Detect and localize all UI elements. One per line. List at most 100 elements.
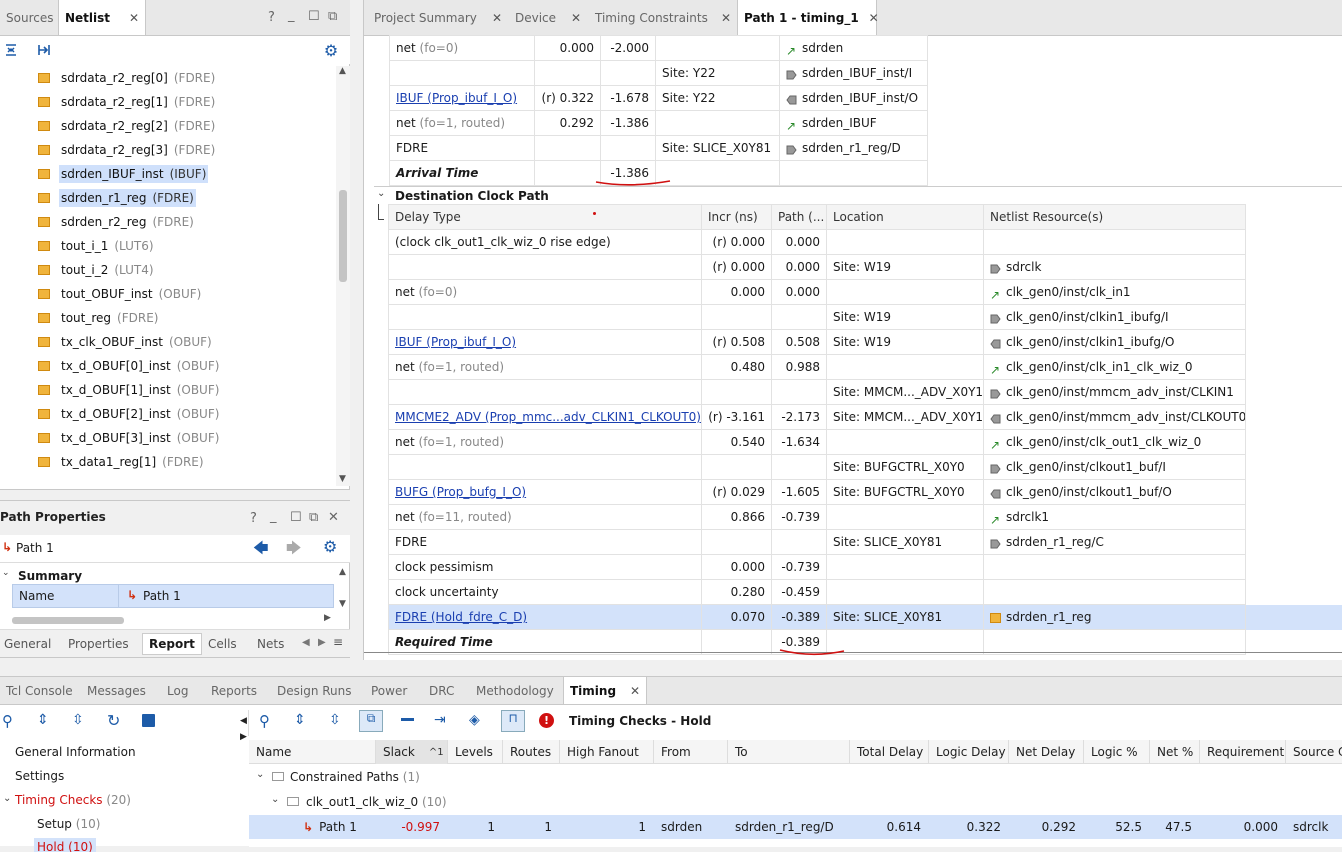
netlist-resource[interactable]: sdrclk1 — [1006, 510, 1049, 524]
tab-properties[interactable]: Properties — [68, 637, 129, 651]
chevron-left-icon[interactable]: ◀ — [240, 716, 247, 726]
netlist-item[interactable]: tx_d_OBUF[1]_inst(OBUF) — [0, 378, 219, 402]
collapse-all-icon[interactable] — [0, 39, 22, 61]
search-icon[interactable]: ⚲ — [259, 712, 270, 730]
netlist-item[interactable]: sdrdata_r2_reg[3](FDRE) — [0, 138, 215, 162]
column-header[interactable]: Path (... — [772, 205, 827, 230]
netlist-item[interactable]: tx_d_OBUF[0]_inst(OBUF) — [0, 354, 219, 378]
chevron-down-icon[interactable]: ⌄ — [256, 769, 264, 780]
close-icon[interactable]: ✕ — [721, 11, 731, 25]
horizontal-scrollbar[interactable]: ▶ — [0, 613, 336, 627]
table-row[interactable]: FDRE (Hold_fdre_C_D)0.070-0.389Site: SLI… — [389, 605, 1342, 630]
netlist-item[interactable]: sdrden_r2_reg(FDRE) — [0, 210, 194, 234]
table-row[interactable]: IBUF (Prop_ibuf_I_O)(r) 0.322-1.678Site:… — [390, 86, 928, 111]
table-row[interactable]: net (fo=1, routed)0.540-1.634↗clk_gen0/i… — [389, 430, 1342, 455]
netlist-item[interactable]: tout_OBUF_inst(OBUF) — [0, 282, 201, 306]
netlist-resource[interactable]: clk_gen0/inst/clk_in1_clk_wiz_0 — [1006, 360, 1193, 374]
netlist-item[interactable]: tout_reg(FDRE) — [0, 306, 158, 330]
column-header[interactable]: From — [654, 740, 728, 764]
group-constrained-paths[interactable]: Constrained Paths (1) — [290, 770, 420, 784]
tab-log[interactable]: Log — [161, 677, 194, 704]
netlist-resource[interactable]: sdrden_IBUF — [802, 116, 877, 130]
close-icon[interactable]: ✕ — [630, 684, 640, 698]
table-row[interactable]: net (fo=1, routed)0.292-1.386↗sdrden_IBU… — [390, 111, 928, 136]
table-row[interactable]: Site: W19clk_gen0/inst/clkin1_ibufg/I — [389, 305, 1342, 330]
collapse-all-icon[interactable]: ⇕ — [37, 712, 49, 728]
tab-path-1[interactable]: Path 1 - timing_1✕ — [737, 0, 877, 35]
delay-type-link[interactable]: BUFG (Prop_bufg_I_O) — [395, 485, 526, 499]
netlist-item[interactable]: sdrdata_r2_reg[2](FDRE) — [0, 114, 215, 138]
tab-timing-constraints[interactable]: Timing Constraints✕ — [589, 0, 737, 35]
gear-icon[interactable]: ⚙ — [320, 39, 342, 61]
table-row[interactable]: net (fo=0)0.000-2.000↗sdrden — [390, 36, 928, 61]
tab-reports[interactable]: Reports — [205, 677, 263, 704]
netlist-item[interactable]: tout_i_1(LUT6) — [0, 234, 154, 258]
column-header[interactable]: Delay Type — [389, 205, 702, 230]
netlist-item[interactable]: sdrden_r1_reg(FDRE) — [0, 186, 196, 210]
table-row[interactable]: FDRESite: SLICE_X0Y81sdrden_r1_reg/C — [389, 530, 1342, 555]
netlist-item[interactable]: tx_data1_reg[1](FDRE) — [0, 450, 204, 474]
close-icon[interactable]: ✕ — [571, 11, 581, 25]
netlist-resource[interactable]: sdrden — [802, 41, 843, 55]
expand-all-icon[interactable]: ⇳ — [329, 712, 341, 728]
netlist-resource[interactable]: clk_gen0/inst/clkin1_ibufg/I — [1006, 310, 1169, 324]
chevron-left-icon[interactable]: ◀ — [302, 637, 310, 648]
tab-methodology[interactable]: Methodology — [470, 677, 560, 704]
netlist-resource[interactable]: clk_gen0/inst/clkout1_buf/I — [1006, 460, 1166, 474]
maximize-icon[interactable]: ☐ — [290, 510, 302, 525]
table-row[interactable]: Site: Y22sdrden_IBUF_inst/I — [390, 61, 928, 86]
column-header[interactable]: Logic Delay — [929, 740, 1009, 764]
netlist-item[interactable]: sdrdata_r2_reg[1](FDRE) — [0, 90, 215, 114]
tree-settings[interactable]: Settings — [15, 769, 64, 783]
help-icon[interactable]: ? — [250, 511, 257, 526]
netlist-resource[interactable]: clk_gen0/inst/clkin1_ibufg/O — [1006, 335, 1174, 349]
column-header[interactable]: Net % — [1150, 740, 1200, 764]
minus-icon[interactable] — [401, 718, 414, 721]
column-header[interactable]: Slack^1 — [376, 740, 448, 764]
collapse-all-icon[interactable]: ⇕ — [294, 712, 306, 728]
close-icon[interactable]: ✕ — [129, 11, 139, 25]
column-header[interactable]: Levels — [448, 740, 503, 764]
chevron-down-icon[interactable]: ⌄ — [377, 188, 385, 199]
netlist-resource[interactable]: sdrden_r1_reg — [1006, 610, 1091, 624]
close-icon[interactable]: ✕ — [492, 11, 502, 25]
column-header[interactable]: Incr (ns) — [702, 205, 772, 230]
netlist-resource[interactable]: clk_gen0/inst/clk_out1_clk_wiz_0 — [1006, 435, 1201, 449]
mark-icon[interactable]: ◈ — [469, 712, 480, 728]
netlist-item[interactable]: tx_d_OBUF[2]_inst(OBUF) — [0, 402, 219, 426]
help-icon[interactable]: ? — [268, 10, 275, 25]
expand-all-icon[interactable]: ⇳ — [72, 712, 84, 728]
column-header[interactable]: Routes — [503, 740, 560, 764]
float-icon[interactable]: ⧉ — [328, 9, 337, 24]
chevron-down-icon[interactable]: ⌄ — [271, 794, 279, 805]
refresh-icon[interactable]: ↻ — [107, 711, 120, 730]
back-arrow-icon[interactable]: 🡄 — [253, 538, 269, 563]
chevron-down-icon[interactable]: ⌄ — [3, 793, 11, 804]
group-clk-out1[interactable]: clk_out1_clk_wiz_0 (10) — [306, 795, 447, 809]
netlist-resource[interactable]: sdrclk — [1006, 260, 1041, 274]
delay-type-link[interactable]: IBUF (Prop_ibuf_I_O) — [395, 335, 516, 349]
tab-design-runs[interactable]: Design Runs — [271, 677, 358, 704]
table-row[interactable]: net (fo=1, routed)0.4800.988↗clk_gen0/in… — [389, 355, 1342, 380]
column-header[interactable]: Total Delay — [850, 740, 929, 764]
netlist-resource[interactable]: sdrden_IBUF_inst/O — [802, 91, 918, 105]
tab-general[interactable]: General — [4, 637, 51, 651]
menu-icon[interactable]: ≡ — [333, 635, 343, 649]
table-row[interactable]: (r) 0.0000.000Site: W19sdrclk — [389, 255, 1342, 280]
chevron-down-icon[interactable]: ⌄ — [2, 568, 10, 578]
column-header[interactable]: Logic % — [1084, 740, 1150, 764]
save-icon[interactable] — [142, 714, 155, 727]
scrollbar[interactable]: ▲ ▼ — [336, 66, 350, 486]
close-icon[interactable]: ✕ — [869, 11, 879, 25]
delay-type-link[interactable]: MMCME2_ADV (Prop_mmc...adv_CLKIN1_CLKOUT… — [395, 410, 701, 424]
scrollbar[interactable]: ▲ ▼ — [336, 567, 350, 613]
table-row[interactable]: Site: MMCM..._ADV_X0Y1clk_gen0/inst/mmcm… — [389, 380, 1342, 405]
column-header[interactable]: Name — [249, 740, 376, 764]
column-header[interactable]: High Fanout — [560, 740, 654, 764]
netlist-resource[interactable]: clk_gen0/inst/clkout1_buf/O — [1006, 485, 1172, 499]
tab-device[interactable]: Device✕ — [509, 0, 587, 35]
waveform-icon[interactable]: ⊓ — [501, 710, 525, 732]
netlist-resource[interactable]: clk_gen0/inst/clk_in1 — [1006, 285, 1131, 299]
netlist-item[interactable]: sdrden_IBUF_inst(IBUF) — [0, 162, 208, 186]
netlist-resource[interactable]: sdrden_IBUF_inst/I — [802, 66, 912, 80]
